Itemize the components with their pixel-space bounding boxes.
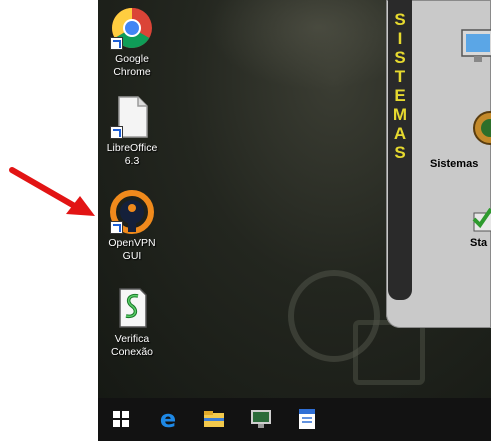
chrome-icon	[110, 6, 154, 50]
desktop-icon-label: Verifica Conexão	[110, 333, 154, 358]
desktop-icon-label: OpenVPN GUI	[108, 237, 156, 262]
taskbar: e	[98, 398, 491, 441]
file-explorer-icon[interactable]	[203, 408, 225, 430]
document-app-icon[interactable]	[296, 408, 318, 430]
monitor-app-icon[interactable]	[460, 28, 491, 73]
red-arrow-icon	[9, 167, 95, 216]
rail-letter: I	[397, 29, 403, 48]
rail-letter: S	[394, 48, 406, 67]
desktop-icon-openvpn-gui[interactable]: OpenVPN GUI	[97, 190, 167, 263]
desktop-icon-label: Google Chrome	[113, 53, 151, 78]
rail-letter: T	[394, 67, 406, 86]
rail-letter: S	[394, 143, 406, 162]
sistemas-rail: S I S T E M A S	[388, 0, 412, 300]
desktop-icon-label: LibreOffice 6.3	[106, 142, 158, 167]
desktop-icon-libreoffice[interactable]: LibreOffice 6.3	[97, 95, 167, 168]
rail-letter: S	[394, 10, 406, 29]
desktop-icon-google-chrome[interactable]: Google Chrome	[97, 6, 167, 79]
coat-of-arms-icon	[473, 111, 491, 145]
rail-letter: M	[392, 105, 408, 124]
rail-letter: A	[393, 124, 407, 143]
shortcut-arrow-icon	[110, 221, 123, 234]
monitor-app-icon[interactable]	[250, 408, 272, 430]
second-app[interactable]: Sta	[470, 205, 491, 249]
checkmark-app-icon	[472, 207, 491, 232]
script-icon	[110, 286, 154, 330]
shortcut-arrow-icon	[110, 37, 123, 50]
sistemas-app-label: Sistemas	[430, 158, 479, 170]
wallpaper-lock-shape	[353, 320, 425, 385]
desktop-icon-verifica-conexao[interactable]: Verifica Conexão	[97, 286, 167, 359]
shortcut-arrow-icon	[110, 126, 123, 139]
monitor-icon	[461, 29, 491, 62]
libreoffice-icon	[110, 95, 154, 139]
openvpn-icon	[110, 190, 154, 234]
second-app-label: Sta	[470, 237, 488, 249]
windows-start-icon[interactable]	[110, 408, 132, 430]
edge-icon[interactable]: e	[157, 407, 179, 431]
rail-letter: E	[394, 86, 406, 105]
